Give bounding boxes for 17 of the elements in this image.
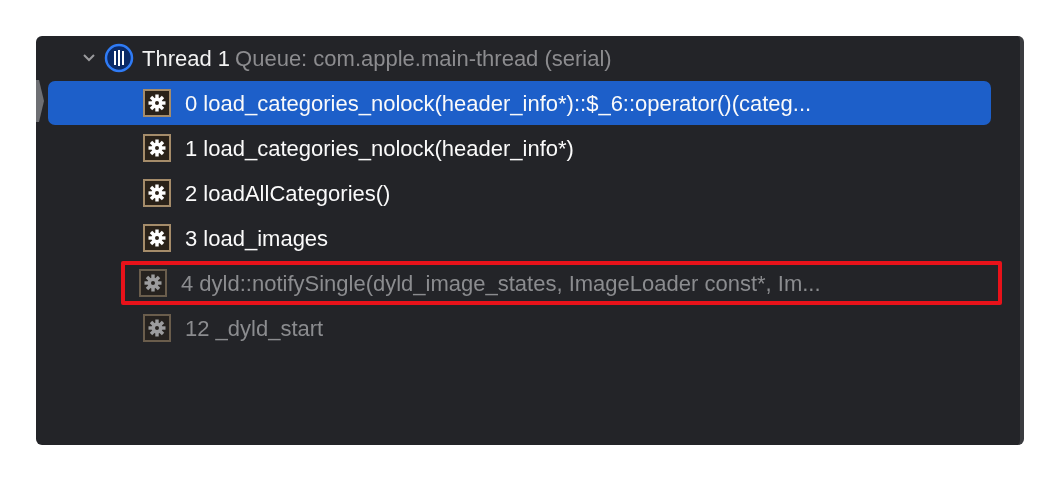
stack-frame-row[interactable]: 3 load_images [48,216,991,260]
gear-icon [143,134,171,162]
stack-frame-row[interactable]: 2 loadAllCategories() [48,171,991,215]
gear-icon [143,89,171,117]
stack-frame-row[interactable]: 12 _dyld_start [48,306,991,350]
current-frame-marker-icon [36,80,44,122]
gear-icon [139,269,167,297]
thread-title: Thread 1 [142,44,231,73]
gear-icon [143,179,171,207]
gear-icon [143,224,171,252]
chevron-icon[interactable] [82,53,96,63]
stack-frame-row[interactable]: 1 load_categories_nolock(header_info*) [48,126,991,170]
queue-label: Queue: com.apple.main-thread (serial) [235,44,612,73]
stack-frame-row[interactable]: 0 load_categories_nolock(header_info*)::$_6::operator()(categ... [48,81,991,125]
stack-frame-row[interactable]: 4 dyld::notifySingle(dyld_image_states, ImageLoader const*, Im... [121,261,1002,305]
thread-icon [104,43,134,73]
gear-icon [143,314,171,342]
